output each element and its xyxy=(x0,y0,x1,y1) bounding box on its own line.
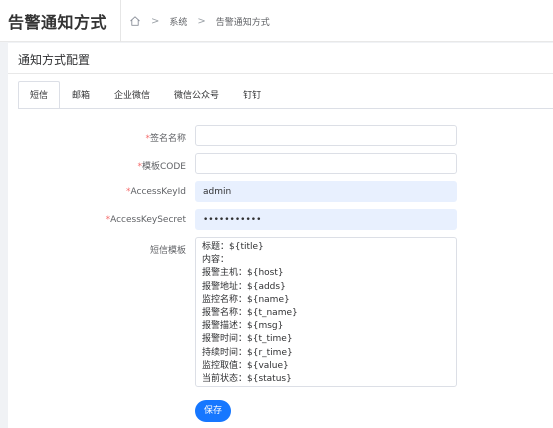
tab-bar: 短信 邮箱 企业微信 微信公众号 钉钉 xyxy=(18,81,273,109)
config-card: 通知方式配置 短信 邮箱 企业微信 微信公众号 钉钉 *签名名称 *模板CODE… xyxy=(8,43,553,428)
access-key-id-label: *AccessKeyId xyxy=(126,187,186,197)
tab-email[interactable]: 邮箱 xyxy=(60,81,102,109)
access-key-secret-label: *AccessKeySecret xyxy=(105,215,186,225)
card-title: 通知方式配置 xyxy=(18,53,91,67)
chevron-right-icon: > xyxy=(151,15,160,27)
access-key-id-input[interactable] xyxy=(195,181,457,202)
tab-sms[interactable]: 短信 xyxy=(18,81,61,109)
tab-wechat-official[interactable]: 微信公众号 xyxy=(162,81,231,109)
sign-name-input[interactable] xyxy=(195,125,457,146)
page-title: 告警通知方式 xyxy=(8,13,108,32)
sign-name-label: *签名名称 xyxy=(145,134,186,144)
template-code-input[interactable] xyxy=(195,153,457,174)
breadcrumb-item-system[interactable]: 系统 xyxy=(169,15,187,28)
chevron-right-icon: > xyxy=(197,15,206,27)
save-button[interactable]: 保存 xyxy=(195,400,231,422)
breadcrumb-item-current: 告警通知方式 xyxy=(215,17,270,28)
template-code-label: *模板CODE xyxy=(137,162,187,172)
tabs-underline xyxy=(18,108,553,109)
sms-template-textarea[interactable]: 标题：${title} 内容： 报警主机：${host} 报警地址：${adds… xyxy=(195,237,457,387)
divider xyxy=(8,73,553,74)
tab-dingtalk[interactable]: 钉钉 xyxy=(231,81,273,109)
tab-wecom[interactable]: 企业微信 xyxy=(102,81,162,109)
sms-template-label: 短信模板 xyxy=(149,246,186,256)
home-icon[interactable] xyxy=(129,15,141,27)
breadcrumb: > 系统 > 告警通知方式 xyxy=(120,0,270,42)
top-header: 告警通知方式 > 系统 > 告警通知方式 xyxy=(0,0,553,42)
access-key-secret-input[interactable] xyxy=(195,209,457,230)
